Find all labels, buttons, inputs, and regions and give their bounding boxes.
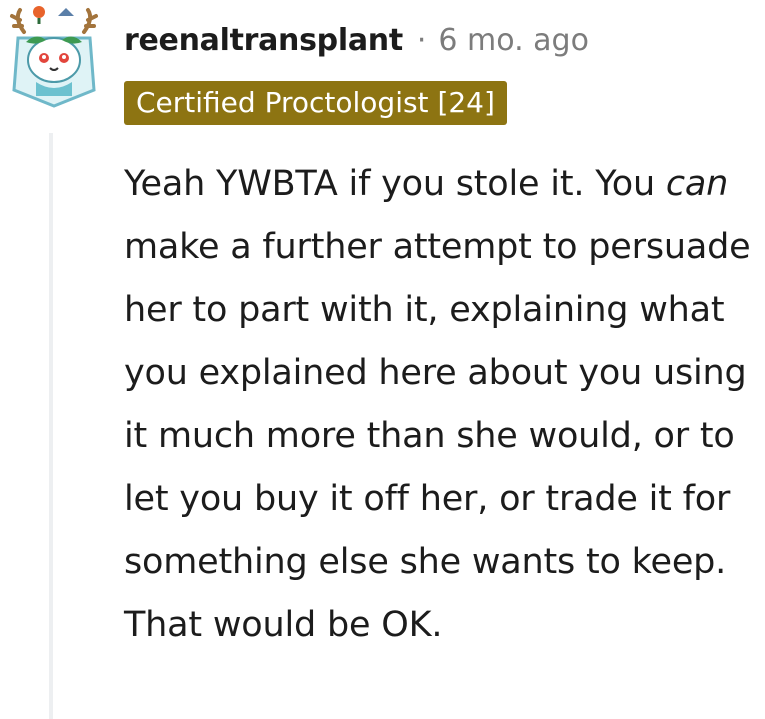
comment-body-emphasis: can — [665, 164, 729, 204]
thread-collapse-line[interactable] — [49, 133, 53, 719]
user-avatar-icon[interactable] — [6, 2, 102, 110]
meta-separator: · — [416, 22, 427, 58]
comment-meta: reenaltransplant · 6 mo. ago — [124, 20, 589, 60]
author-username-link[interactable]: reenaltransplant — [124, 23, 403, 58]
user-flair-badge: Certified Proctologist [24] — [124, 81, 507, 125]
comment-body-text: Yeah YWBTA if you stole it. You can make… — [124, 153, 760, 657]
comment-timestamp-link[interactable]: 6 mo. ago — [438, 23, 589, 58]
comment-body-part-2: make a further attempt to persuade her t… — [124, 227, 751, 645]
comment-body-part-1: Yeah YWBTA if you stole it. You — [124, 164, 666, 204]
